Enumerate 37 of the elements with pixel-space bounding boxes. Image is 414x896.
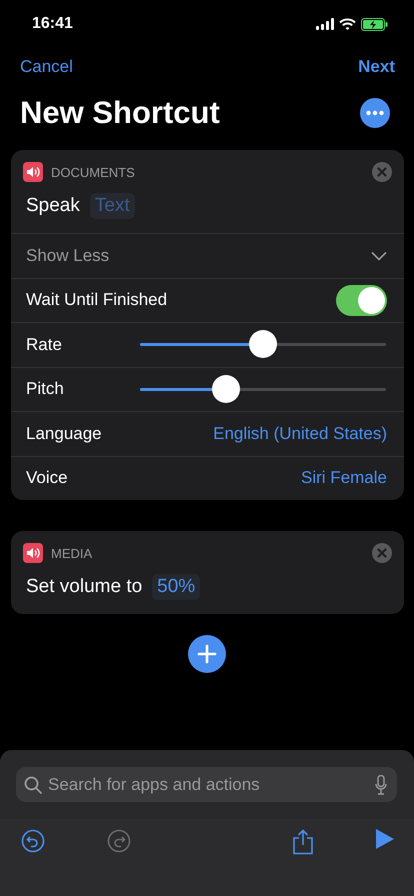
wifi-icon xyxy=(339,18,356,30)
page-title: New Shortcut xyxy=(20,94,220,130)
slider-thumb[interactable] xyxy=(212,374,240,403)
play-icon[interactable] xyxy=(376,829,394,849)
speaker-icon xyxy=(23,543,43,563)
slider-thumb[interactable] xyxy=(249,330,277,358)
show-less-label: Show Less xyxy=(26,246,110,266)
option-label: Voice xyxy=(26,468,68,488)
microphone-icon[interactable] xyxy=(375,774,387,794)
undo-icon[interactable] xyxy=(21,829,45,853)
search-field[interactable]: Search for apps and actions xyxy=(46,774,371,796)
next-button[interactable]: Next xyxy=(358,56,395,76)
option-value[interactable]: English (United States) xyxy=(213,424,387,444)
cancel-button[interactable]: Cancel xyxy=(20,56,73,76)
close-icon[interactable] xyxy=(372,543,392,563)
category-label: MEDIA xyxy=(51,546,94,560)
search-icon xyxy=(24,776,42,794)
speaker-icon xyxy=(23,162,43,182)
action-title: Speak xyxy=(26,195,80,217)
option-label: Language xyxy=(26,424,102,444)
option-label: Wait Until Finished xyxy=(26,290,168,310)
show-less-row[interactable]: Show Less xyxy=(11,233,404,278)
share-icon[interactable] xyxy=(292,829,314,855)
status-time: 16:41 xyxy=(32,15,73,33)
option-label: Rate xyxy=(26,334,62,355)
category-label: DOCUMENTS xyxy=(51,164,136,180)
signal-icon xyxy=(316,18,334,30)
close-icon[interactable] xyxy=(372,162,392,182)
more-icon[interactable] xyxy=(360,98,390,128)
search-bar[interactable]: Search for apps and actions xyxy=(16,767,397,802)
option-label: Pitch xyxy=(26,379,64,400)
parameter-token[interactable]: 50% xyxy=(152,574,200,600)
action-title: Set volume to xyxy=(26,576,142,598)
option-value[interactable]: Siri Female xyxy=(301,468,387,488)
battery-charging-icon xyxy=(361,18,388,30)
add-icon[interactable] xyxy=(188,635,226,673)
toggle-switch[interactable] xyxy=(336,284,387,316)
